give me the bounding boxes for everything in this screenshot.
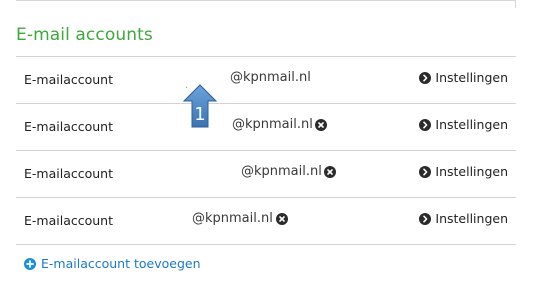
account-email: @kpnmail.nl (192, 211, 273, 226)
add-account-label: E-mailaccount toevoegen (41, 256, 201, 271)
account-email: @kpnmail.nl (230, 70, 311, 85)
top-divider (16, 0, 516, 1)
close-circle-icon[interactable] (324, 166, 336, 178)
account-label: E-mailaccount (24, 213, 113, 228)
account-label: E-mailaccount (24, 166, 113, 181)
close-circle-icon[interactable] (276, 213, 288, 225)
settings-link[interactable]: Instellingen (419, 211, 508, 226)
account-email: @kpnmail.nl (232, 117, 313, 132)
callout-number: 1 (194, 104, 206, 125)
settings-label: Instellingen (435, 211, 508, 226)
chevron-right-circle-icon (419, 212, 432, 225)
account-label: E-mailaccount (24, 72, 113, 87)
account-row-3: E-mailaccount @kpnmail.nl Instellingen (16, 150, 516, 197)
chevron-right-circle-icon (419, 118, 432, 131)
add-account-link[interactable]: E-mailaccount toevoegen (24, 256, 201, 271)
settings-label: Instellingen (435, 117, 508, 132)
step-callout-arrow: 1 (182, 84, 218, 128)
chevron-right-circle-icon (419, 71, 432, 84)
settings-label: Instellingen (435, 70, 508, 85)
close-circle-icon[interactable] (315, 119, 327, 131)
account-label: E-mailaccount (24, 119, 113, 134)
email-accounts-list: E-mailaccount · · @kpnmail.nl Instelling… (16, 56, 516, 245)
settings-label: Instellingen (435, 164, 508, 179)
settings-link[interactable]: Instellingen (419, 70, 508, 85)
settings-link[interactable]: Instellingen (419, 164, 508, 179)
account-email: @kpnmail.nl (241, 164, 322, 179)
chevron-right-circle-icon (419, 165, 432, 178)
plus-circle-icon (24, 257, 36, 270)
account-row-1: E-mailaccount · · @kpnmail.nl Instelling… (16, 56, 516, 103)
section-title: E-mail accounts (16, 25, 153, 45)
top-divider-edge (515, 0, 516, 8)
account-row-4: E-mailaccount @kpnmail.nl Instellingen (16, 197, 516, 245)
account-row-2: E-mailaccount @kpnmail.nl Instellingen (16, 103, 516, 150)
settings-link[interactable]: Instellingen (419, 117, 508, 132)
